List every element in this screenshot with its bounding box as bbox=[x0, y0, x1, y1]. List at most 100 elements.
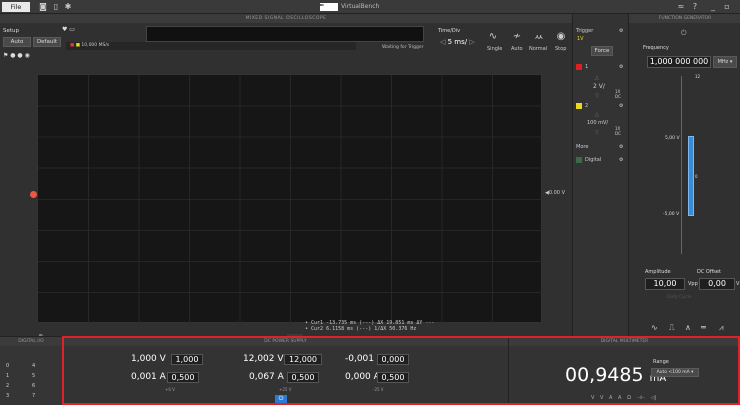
force-trigger-button[interactable]: Force bbox=[591, 46, 613, 56]
frequency-label: Frequency bbox=[643, 45, 669, 51]
oscilloscope-plot[interactable] bbox=[37, 74, 543, 324]
plot-grid bbox=[38, 75, 543, 324]
waveform-preview[interactable] bbox=[146, 26, 424, 42]
timediv-value: 5 ms/ bbox=[447, 38, 468, 46]
ch2-scale: 100 mV/ bbox=[587, 120, 609, 126]
top-tick-label: 12 bbox=[695, 74, 701, 79]
duty-cycle-label: Duty Cycle bbox=[667, 295, 692, 300]
clipboard-icon[interactable]: ▯ bbox=[51, 2, 61, 12]
settings-icon[interactable]: ✱ bbox=[63, 2, 73, 12]
default-button[interactable]: Default bbox=[33, 37, 61, 47]
single-mode-icon[interactable]: ∿ bbox=[484, 31, 502, 45]
ch1-color-icon[interactable] bbox=[576, 64, 582, 70]
stop-icon[interactable]: ◉ bbox=[552, 31, 570, 45]
amplitude-unit: Vpp bbox=[688, 281, 698, 287]
ch2-scale-up-icon[interactable]: △ bbox=[595, 112, 599, 118]
waveform-dc-icon[interactable]: ═ bbox=[701, 323, 706, 332]
dio-pin[interactable]: 1 bbox=[6, 371, 9, 381]
auto-mode-icon[interactable]: ≁ bbox=[508, 31, 526, 45]
ch1-coupling: 1X DC bbox=[615, 89, 621, 99]
file-menu-button[interactable]: File bbox=[2, 2, 30, 12]
trigger-status: Waiting for Trigger bbox=[382, 45, 424, 50]
sample-rate-bar: ■ ■ 10,000 MS/s bbox=[66, 42, 356, 50]
upper-level-label: 5,00 V bbox=[665, 136, 680, 141]
cursor2-readout: • Cur2 6.1158 ms (---) 1/ΔX 50.376 Hz bbox=[305, 326, 417, 332]
wifi-icon: ≈ bbox=[677, 2, 685, 11]
trigger-settings-icon[interactable]: ⚙ bbox=[619, 28, 623, 34]
mid-tick-label: 0 bbox=[695, 174, 698, 179]
frequency-unit-select[interactable]: MHz ▾ bbox=[713, 56, 737, 68]
amplitude-input[interactable]: 10,00 bbox=[645, 278, 685, 290]
lower-level-label: -5,00 V bbox=[663, 212, 680, 217]
dio-pin[interactable]: 3 bbox=[6, 391, 9, 401]
reference-level-label: 0.00 V bbox=[548, 190, 566, 196]
restore-icon[interactable]: ▫ bbox=[722, 2, 732, 12]
auto-button[interactable]: Auto bbox=[3, 37, 31, 47]
level-slider-range[interactable] bbox=[688, 136, 694, 216]
trigger-label: Trigger bbox=[576, 28, 594, 34]
ch1-indicator-icon: ■ bbox=[70, 43, 75, 48]
cursor-readout: • Cur1 -13.735 ms (---) ΔX 19.851 ms ΔY … bbox=[305, 320, 555, 332]
digital-io-panel: DIGITAL I/O 0 1 2 3 4 5 6 7 bbox=[0, 337, 62, 405]
dio-pin[interactable]: 2 bbox=[6, 381, 9, 391]
fgen-header: FUNCTION GENERATOR bbox=[629, 14, 740, 23]
normal-mode-icon[interactable]: ᄊ bbox=[530, 31, 548, 46]
ch2-color-icon[interactable] bbox=[576, 103, 582, 109]
minimize-icon[interactable]: _ bbox=[708, 2, 718, 12]
ch1-settings-icon[interactable]: ⚙ bbox=[619, 64, 623, 70]
help-icon[interactable]: ? bbox=[690, 2, 700, 12]
scope-header: MIXED SIGNAL OSCILLOSCOPE bbox=[0, 14, 572, 23]
dio-pin[interactable]: 5 bbox=[32, 371, 35, 381]
timediv-decrease-icon[interactable]: ◁ bbox=[440, 38, 445, 46]
ch1-scale: 2 V/ bbox=[593, 83, 605, 90]
dio-pin[interactable]: 4 bbox=[32, 361, 35, 371]
digital-label: Digital bbox=[585, 157, 602, 163]
single-label[interactable]: Single bbox=[487, 46, 502, 52]
dio-pin[interactable]: 6 bbox=[32, 381, 35, 391]
ch1-label: 1 bbox=[585, 64, 589, 70]
dio-pin[interactable]: 7 bbox=[32, 391, 35, 401]
dio-pins-left: 0 1 2 3 bbox=[6, 361, 9, 401]
channel-side-panel: Trigger ⚙ 1V Force 1 ⚙ △ 2 V/ 1X DC ▽ 2 … bbox=[572, 14, 628, 336]
digital-color-icon[interactable] bbox=[576, 157, 582, 163]
ch2-settings-icon[interactable]: ⚙ bbox=[619, 103, 623, 109]
ch2-indicator-icon: ■ bbox=[75, 43, 80, 48]
more-settings-icon[interactable]: ⚙ bbox=[619, 144, 623, 150]
waveform-triangle-icon[interactable]: ∧ bbox=[685, 323, 691, 332]
ch1-scale-up-icon[interactable]: △ bbox=[595, 75, 599, 81]
ch2-label: 2 bbox=[585, 103, 589, 109]
app-title-text: VirtualBench bbox=[341, 3, 380, 10]
top-bar: File ◙ ▯ ✱ NI VirtualBench ≈ ? _ ▫ bbox=[0, 0, 740, 14]
timediv-label: Time/Div bbox=[438, 28, 461, 34]
setup-label: Setup bbox=[3, 28, 20, 34]
digital-settings-icon[interactable]: ⚙ bbox=[619, 157, 623, 163]
waveform-square-icon[interactable]: ⎍ bbox=[669, 323, 675, 333]
dio-pin[interactable]: 0 bbox=[6, 361, 9, 371]
waveform-noise-icon[interactable]: ⩘ bbox=[719, 323, 724, 333]
ch1-scale-down-icon[interactable]: ▽ bbox=[595, 93, 599, 99]
function-generator-panel: FUNCTION GENERATOR ⏻ Frequency 1,000 000… bbox=[628, 14, 740, 336]
reference-level: ◀0.00 V bbox=[545, 190, 565, 196]
dio-header: DIGITAL I/O bbox=[0, 337, 62, 346]
channel-toggle-icons[interactable]: ⚑ ● ● ◉ bbox=[3, 52, 30, 59]
ch1-offset-marker[interactable] bbox=[30, 191, 37, 198]
timediv-control[interactable]: ◁ 5 ms/ ▷ bbox=[440, 38, 480, 50]
app-title: NI VirtualBench bbox=[320, 2, 430, 12]
frequency-input[interactable]: 1,000 000 000 bbox=[647, 56, 711, 68]
trigger-level: 1V bbox=[577, 36, 584, 42]
stop-label[interactable]: Stop bbox=[555, 46, 566, 52]
level-slider-track bbox=[681, 76, 687, 254]
normal-label[interactable]: Normal bbox=[529, 46, 547, 52]
auto-mode-label[interactable]: Auto bbox=[511, 46, 523, 52]
dio-pins-right: 4 5 6 7 bbox=[32, 361, 35, 401]
dc-offset-input[interactable]: 0,00 bbox=[699, 278, 735, 290]
timediv-increase-icon[interactable]: ▷ bbox=[469, 38, 474, 46]
amplitude-label: Amplitude bbox=[645, 269, 671, 275]
waveform-sine-icon[interactable]: ∿ bbox=[651, 323, 658, 332]
highlight-box bbox=[62, 336, 740, 405]
power-icon[interactable]: ⏻ bbox=[681, 29, 687, 38]
ch2-coupling: 1X DC bbox=[615, 126, 621, 136]
ch2-scale-down-icon[interactable]: ▽ bbox=[595, 130, 599, 136]
camera-icon[interactable]: ◙ bbox=[38, 2, 48, 12]
trigger-marker-icon: ♥ ▭ bbox=[62, 26, 75, 33]
